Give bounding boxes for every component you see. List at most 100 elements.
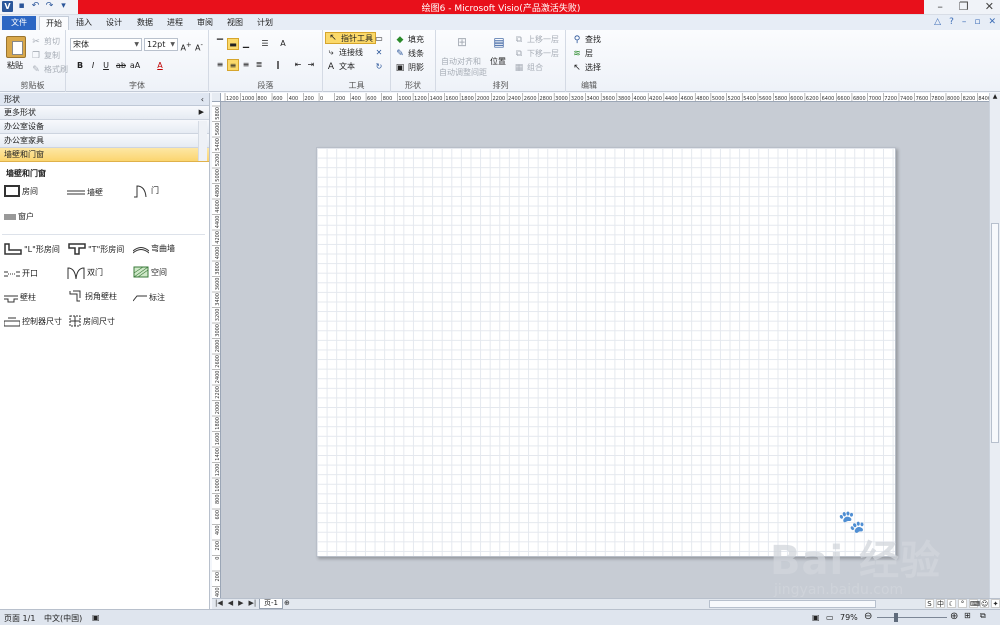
shape-l-room[interactable]: "L"形房间 [4, 243, 60, 255]
vertical-scrollbar[interactable]: ▲ [989, 93, 1000, 598]
copy-button[interactable]: ❐ 复制 [31, 50, 60, 61]
more-shapes-item[interactable]: 更多形状 ▶ [0, 106, 209, 120]
stencil-list-scrollbar[interactable] [198, 121, 207, 161]
rotate-icon[interactable]: ↻ [373, 61, 385, 73]
tab-home[interactable]: 开始 [39, 16, 69, 30]
switch-windows-icon[interactable]: ⧉ [980, 611, 986, 621]
visio-logo-icon[interactable]: V [2, 1, 13, 12]
insert-page-icon[interactable]: ⊕ [284, 599, 290, 607]
align-top-icon[interactable]: ▔ [214, 38, 226, 50]
undo-icon[interactable]: ↶ [30, 1, 41, 12]
distribute-icon[interactable]: ‖ [272, 59, 284, 71]
bullets-icon[interactable]: ☰ [259, 38, 271, 50]
group-button[interactable]: ▦ 组合 [514, 62, 543, 73]
align-right-icon[interactable]: ≡ [240, 59, 252, 71]
ime-punct-icon[interactable]: ° [958, 599, 967, 608]
pointer-tool-button[interactable]: ↖ 指针工具 [325, 32, 376, 44]
doc-close-icon[interactable]: ✕ [988, 17, 996, 27]
minimize-ribbon-icon[interactable]: △ [934, 17, 941, 27]
macro-record-icon[interactable]: ▣ [92, 613, 100, 622]
format-painter-button[interactable]: ✎ 格式刷 [31, 64, 68, 75]
tab-design[interactable]: 设计 [100, 16, 128, 30]
grow-font-icon[interactable]: A+ [180, 39, 192, 53]
shape-door[interactable]: 门 [133, 182, 159, 198]
page-tab-1[interactable]: 页-1 [259, 599, 283, 609]
tab-process[interactable]: 进程 [161, 16, 189, 30]
italic-icon[interactable]: I [87, 60, 99, 72]
horizontal-ruler[interactable]: 1200 1000 800 600 400 200 0 200 400 600 800 1000 120… [221, 93, 989, 102]
zoom-slider-handle[interactable] [894, 613, 898, 622]
last-page-icon[interactable]: ▶| [249, 599, 257, 607]
tab-plan[interactable]: 计划 [251, 16, 279, 30]
strikethrough-icon[interactable]: ab [115, 60, 127, 72]
tab-insert[interactable]: 插入 [70, 16, 98, 30]
ime-logo-icon[interactable]: S [925, 599, 934, 608]
bring-forward-button[interactable]: ⧉ 上移一层 [514, 34, 559, 45]
stencil-office-furniture[interactable]: 办公室家具 [0, 134, 209, 148]
tab-file[interactable]: 文件 [2, 16, 36, 30]
shape-opening[interactable]: 开口 [4, 268, 38, 279]
shape-t-room[interactable]: "T"形房间 [68, 243, 124, 255]
tab-data[interactable]: 数据 [131, 16, 159, 30]
connector-button[interactable]: ⤷ 连接线 [326, 47, 363, 58]
full-screen-icon[interactable]: ▭ [826, 613, 834, 622]
page-fit-icon[interactable]: ▣ [812, 613, 820, 622]
position-icon[interactable]: ▤ [493, 36, 505, 48]
send-backward-button[interactable]: ⧉ 下移一层 [514, 48, 559, 59]
stencil-office-equipment[interactable]: 办公室设备 [0, 120, 209, 134]
zoom-in-icon[interactable]: ⊕ [950, 611, 958, 622]
shape-space[interactable]: 空间 [133, 266, 167, 278]
font-size-select[interactable]: 12pt ▼ [144, 38, 178, 51]
redo-icon[interactable]: ↷ [44, 1, 55, 12]
tab-view[interactable]: 视图 [221, 16, 249, 30]
fit-to-window-icon[interactable]: ⊞ [964, 611, 971, 620]
ime-user-icon[interactable]: ☺ [980, 599, 989, 608]
cut-button[interactable]: ✂ 剪切 [31, 36, 60, 47]
doc-restore-icon[interactable]: ▫ [974, 17, 980, 27]
text-tool-button[interactable]: A 文本 [326, 61, 355, 72]
font-color-icon[interactable]: A [154, 60, 166, 72]
shape-pillar[interactable]: 壁柱 [4, 292, 36, 303]
ime-settings-icon[interactable]: ✦ [991, 599, 1000, 608]
shrink-font-icon[interactable]: A- [193, 39, 205, 53]
horizontal-scroll-thumb[interactable] [709, 600, 876, 608]
zoom-slider-track[interactable] [877, 617, 947, 618]
restore-button[interactable]: ❐ [959, 0, 969, 13]
font-size-icon[interactable]: aA [129, 60, 141, 72]
ruler-corner[interactable] [212, 93, 221, 102]
collapse-pane-icon[interactable]: ‹ [201, 93, 204, 106]
next-page-icon[interactable]: ▶ [238, 599, 243, 607]
find-button[interactable]: ⚲ 查找 [572, 34, 601, 45]
close-button[interactable]: ✕ [985, 0, 994, 13]
first-page-icon[interactable]: |◀ [215, 599, 223, 607]
fill-button[interactable]: ◆ 填充 [395, 34, 424, 45]
ime-moon-icon[interactable]: ☾ [947, 599, 956, 608]
language-status[interactable]: 中文(中国) [44, 613, 82, 624]
align-middle-icon[interactable]: ▬ [227, 38, 239, 50]
shape-dimension-label[interactable]: 标注 [133, 292, 165, 303]
vertical-scroll-thumb[interactable] [991, 223, 999, 443]
shadow-button[interactable]: ▣ 阴影 [395, 62, 424, 73]
customize-qat-icon[interactable]: ▾ [58, 1, 69, 12]
save-icon[interactable]: ▪ [16, 1, 27, 12]
shape-double-door[interactable]: 双门 [67, 264, 103, 280]
shape-wall[interactable]: 墙壁 [67, 187, 103, 198]
underline-icon[interactable]: U [100, 60, 112, 72]
align-bottom-icon[interactable]: ▁ [240, 38, 252, 50]
shape-window[interactable]: 窗户 [4, 211, 34, 222]
shape-room[interactable]: 房间 [4, 185, 38, 197]
font-name-select[interactable]: 宋体 ▼ [70, 38, 142, 51]
align-left-icon[interactable]: ≡ [214, 59, 226, 71]
page-number-status[interactable]: 页面 1/1 [4, 613, 35, 624]
tab-review[interactable]: 审阅 [191, 16, 219, 30]
line-button[interactable]: ✎ 线条 [395, 48, 424, 59]
stencil-walls-doors-windows[interactable]: 墙壁和门窗 [0, 148, 209, 162]
zoom-level[interactable]: 79% [840, 613, 858, 622]
minimize-button[interactable]: – [937, 0, 943, 13]
doc-minimize-icon[interactable]: – [962, 17, 967, 27]
ime-keyboard-icon[interactable]: ⌨ [969, 599, 980, 608]
scroll-up-icon[interactable]: ▲ [990, 93, 1000, 100]
help-icon[interactable]: ? [949, 17, 954, 27]
rectangle-icon[interactable]: ▭ [373, 33, 385, 45]
zoom-out-icon[interactable]: ⊖ [864, 611, 872, 622]
